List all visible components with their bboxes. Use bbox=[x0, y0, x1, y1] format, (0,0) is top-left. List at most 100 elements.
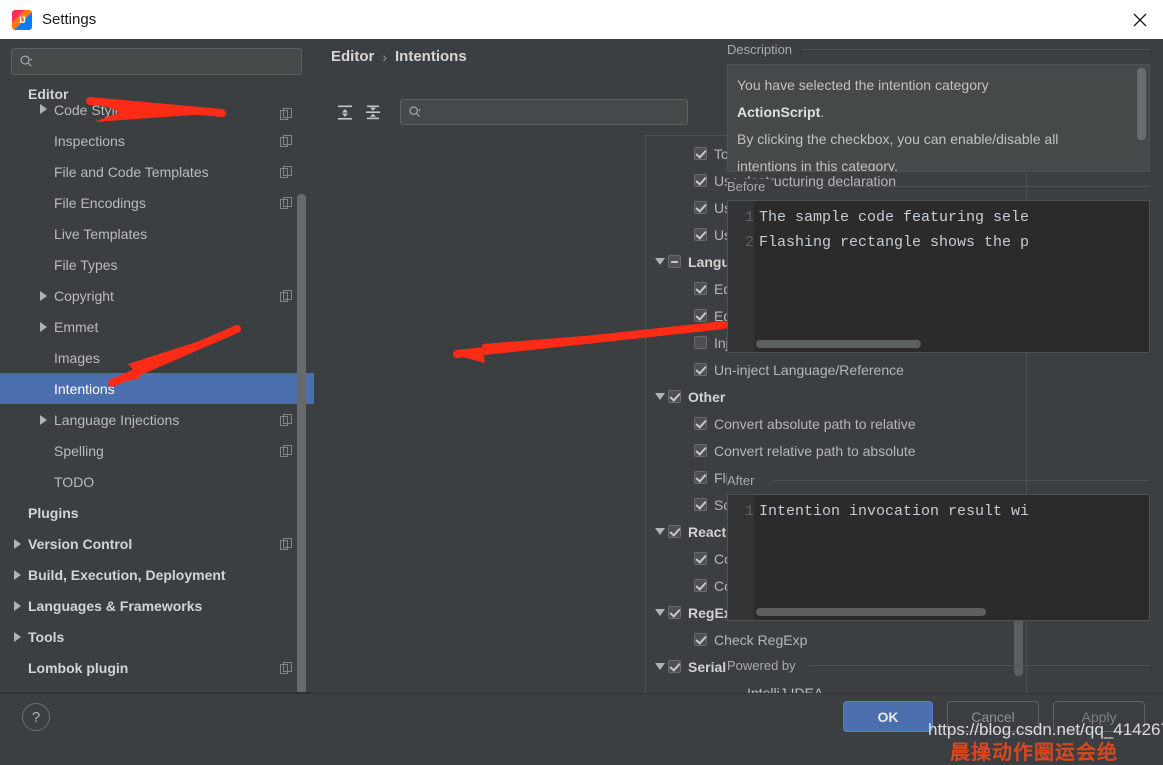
intention-checkbox[interactable] bbox=[694, 444, 707, 457]
intentions-center-panel: Editor › Intentions bbox=[314, 39, 714, 693]
after-horizontal-scrollbar-thumb[interactable] bbox=[756, 608, 986, 616]
sidebar-item-label: Intentions bbox=[54, 381, 115, 397]
intention-checkbox[interactable] bbox=[694, 498, 707, 511]
after-section-rule bbox=[772, 480, 1150, 481]
sidebar-item-file-and-code-templates[interactable]: File and Code Templates bbox=[0, 156, 314, 187]
sidebar-item-images[interactable]: Images bbox=[0, 342, 314, 373]
intention-checkbox[interactable] bbox=[694, 201, 707, 214]
sidebar-item-inspections[interactable]: Inspections bbox=[0, 125, 314, 156]
chevron-right-icon[interactable] bbox=[36, 102, 50, 116]
powered-by-rule bbox=[809, 665, 1150, 666]
copy-settings-icon[interactable] bbox=[280, 662, 292, 674]
sidebar-item-label: Version Control bbox=[28, 536, 132, 552]
copy-settings-icon[interactable] bbox=[280, 135, 292, 147]
intention-checkbox[interactable] bbox=[694, 147, 707, 160]
copy-settings-icon[interactable] bbox=[280, 538, 292, 550]
copy-settings-icon[interactable] bbox=[280, 414, 292, 426]
powered-by-label: Powered by bbox=[727, 658, 803, 673]
intention-checkbox[interactable] bbox=[668, 606, 681, 619]
sidebar-item-plugins[interactable]: Plugins bbox=[0, 497, 314, 528]
collapse-all-icon[interactable] bbox=[359, 99, 387, 125]
chevron-right-icon[interactable] bbox=[10, 537, 24, 551]
copy-settings-icon[interactable] bbox=[280, 445, 292, 457]
sidebar-item-live-templates[interactable]: Live Templates bbox=[0, 218, 314, 249]
intentions-search-input[interactable] bbox=[424, 104, 687, 120]
chevron-right-icon[interactable] bbox=[36, 413, 50, 427]
sidebar-scrollbar-thumb[interactable] bbox=[297, 194, 306, 693]
sidebar-item-version-control[interactable]: Version Control bbox=[0, 528, 314, 559]
window-title-bar: Settings bbox=[0, 0, 1163, 39]
sidebar-item-label: File Encodings bbox=[54, 195, 146, 211]
expand-all-icon[interactable] bbox=[331, 99, 359, 125]
description-text: You have selected the intention category… bbox=[737, 72, 1137, 172]
breadcrumb-parent[interactable]: Editor bbox=[331, 48, 374, 65]
chevron-right-icon[interactable] bbox=[10, 630, 24, 644]
sidebar-item-file-encodings[interactable]: File Encodings bbox=[0, 187, 314, 218]
intention-checkbox[interactable] bbox=[694, 363, 707, 376]
description-scrollbar-thumb[interactable] bbox=[1137, 68, 1146, 140]
sidebar-item-file-types[interactable]: File Types bbox=[0, 249, 314, 280]
sidebar-search-box[interactable] bbox=[11, 48, 302, 75]
tree-indent-spacer bbox=[10, 88, 24, 102]
sidebar-item-emmet[interactable]: Emmet bbox=[0, 311, 314, 342]
before-horizontal-scrollbar-thumb[interactable] bbox=[756, 340, 921, 348]
sidebar-item-code-style[interactable]: Code Style bbox=[0, 102, 314, 125]
settings-dialog-body: EditorCode StyleInspectionsFile and Code… bbox=[0, 39, 1163, 693]
before-code-preview[interactable]: 1The sample code featuring sele2Flashing… bbox=[727, 200, 1150, 353]
sidebar-item-label: Plugins bbox=[28, 505, 79, 521]
intention-checkbox[interactable] bbox=[694, 633, 707, 646]
chevron-right-icon[interactable] bbox=[10, 599, 24, 613]
copy-settings-icon[interactable] bbox=[280, 197, 292, 209]
chevron-down-icon[interactable] bbox=[652, 392, 668, 401]
tree-indent-spacer bbox=[36, 134, 50, 148]
intention-checkbox[interactable] bbox=[668, 660, 681, 673]
sidebar-item-build-execution-deployment[interactable]: Build, Execution, Deployment bbox=[0, 559, 314, 590]
copy-settings-icon[interactable] bbox=[280, 290, 292, 302]
intention-checkbox[interactable] bbox=[694, 552, 707, 565]
intention-checkbox[interactable] bbox=[668, 255, 681, 268]
sidebar-search-input[interactable] bbox=[36, 53, 301, 70]
code-text: Flashing rectangle shows the p bbox=[759, 234, 1029, 251]
sidebar-item-label: Inspections bbox=[54, 133, 125, 149]
sidebar-item-todo[interactable]: TODO bbox=[0, 466, 314, 497]
sidebar-item-label: Editor bbox=[28, 86, 68, 102]
intention-checkbox[interactable] bbox=[694, 579, 707, 592]
copy-settings-icon[interactable] bbox=[280, 108, 292, 120]
close-icon[interactable] bbox=[1117, 0, 1163, 39]
sidebar-item-tools[interactable]: Tools bbox=[0, 621, 314, 652]
chevron-right-icon[interactable] bbox=[36, 320, 50, 334]
after-code-preview[interactable]: 1Intention invocation result wi bbox=[727, 494, 1150, 621]
intention-checkbox[interactable] bbox=[694, 174, 707, 187]
sidebar-item-label: Copyright bbox=[54, 288, 114, 304]
ok-button[interactable]: OK bbox=[843, 701, 933, 732]
chevron-down-icon[interactable] bbox=[652, 662, 668, 671]
chevron-down-icon[interactable] bbox=[652, 257, 668, 266]
intention-checkbox[interactable] bbox=[694, 336, 707, 349]
intentions-search-box[interactable] bbox=[400, 99, 688, 125]
intention-checkbox[interactable] bbox=[694, 471, 707, 484]
sidebar-item-label: Images bbox=[54, 350, 100, 366]
sidebar-item-language-injections[interactable]: Language Injections bbox=[0, 404, 314, 435]
description-box[interactable]: You have selected the intention category… bbox=[727, 64, 1150, 172]
intention-checkbox[interactable] bbox=[694, 282, 707, 295]
sidebar-item-copyright[interactable]: Copyright bbox=[0, 280, 314, 311]
settings-category-tree[interactable]: EditorCode Style Inspections File and Code… bbox=[0, 78, 314, 686]
code-line: 1The sample code featuring sele bbox=[728, 205, 1029, 230]
chevron-right-icon[interactable] bbox=[10, 568, 24, 582]
chevron-down-icon[interactable] bbox=[652, 527, 668, 536]
intention-checkbox[interactable] bbox=[694, 417, 707, 430]
intention-checkbox[interactable] bbox=[694, 309, 707, 322]
sidebar-item-lombok-plugin[interactable]: Lombok plugin bbox=[0, 652, 314, 683]
sidebar-item-languages-frameworks[interactable]: Languages & Frameworks bbox=[0, 590, 314, 621]
sidebar-item-spelling[interactable]: Spelling bbox=[0, 435, 314, 466]
copy-settings-icon[interactable] bbox=[280, 166, 292, 178]
intention-checkbox[interactable] bbox=[694, 228, 707, 241]
sidebar-item-editor[interactable]: Editor bbox=[0, 78, 314, 102]
chevron-down-icon[interactable] bbox=[652, 608, 668, 617]
help-icon[interactable]: ? bbox=[22, 703, 50, 731]
intention-checkbox[interactable] bbox=[668, 525, 681, 538]
sidebar-item-intentions[interactable]: Intentions bbox=[0, 373, 314, 404]
intention-checkbox[interactable] bbox=[668, 390, 681, 403]
chevron-right-icon[interactable] bbox=[36, 289, 50, 303]
breadcrumb: Editor › Intentions bbox=[331, 48, 467, 65]
